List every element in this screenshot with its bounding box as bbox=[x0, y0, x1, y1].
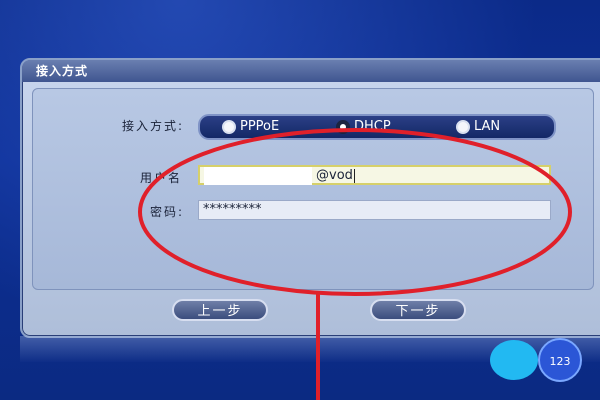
option-dhcp-label: DHCP bbox=[354, 119, 391, 134]
redacted-mask bbox=[204, 167, 312, 185]
dialog-title: 接入方式 bbox=[22, 60, 600, 82]
password-value: ********* bbox=[203, 202, 262, 217]
option-dhcp[interactable]: DHCP bbox=[336, 118, 391, 136]
cyan-bubble-icon bbox=[490, 340, 538, 380]
radio-icon bbox=[456, 119, 470, 134]
option-pppoe[interactable]: PPPoE bbox=[222, 118, 279, 136]
radio-icon bbox=[222, 119, 236, 134]
password-label: 密码: bbox=[150, 205, 185, 219]
radio-selected-icon bbox=[336, 119, 350, 134]
previous-step-button[interactable]: 上一步 bbox=[172, 299, 268, 321]
access-method-selector: PPPoE DHCP LAN bbox=[198, 114, 556, 140]
next-step-button[interactable]: 下一步 bbox=[370, 299, 466, 321]
option-pppoe-label: PPPoE bbox=[240, 119, 280, 134]
text-cursor bbox=[353, 168, 355, 183]
access-method-dialog: 接入方式 接入方式: PPPoE DHCP LAN 用户名 @vod 密码: *… bbox=[20, 58, 600, 338]
username-value: @vod bbox=[316, 168, 353, 183]
option-lan-label: LAN bbox=[474, 119, 501, 134]
username-label: 用户名 bbox=[140, 171, 183, 185]
access-method-label: 接入方式: bbox=[122, 119, 185, 133]
username-field[interactable]: @vod bbox=[198, 165, 551, 185]
password-field[interactable]: ********* bbox=[198, 200, 551, 220]
input-mode-badge[interactable]: 123 bbox=[538, 338, 582, 382]
option-lan[interactable]: LAN bbox=[456, 118, 500, 136]
